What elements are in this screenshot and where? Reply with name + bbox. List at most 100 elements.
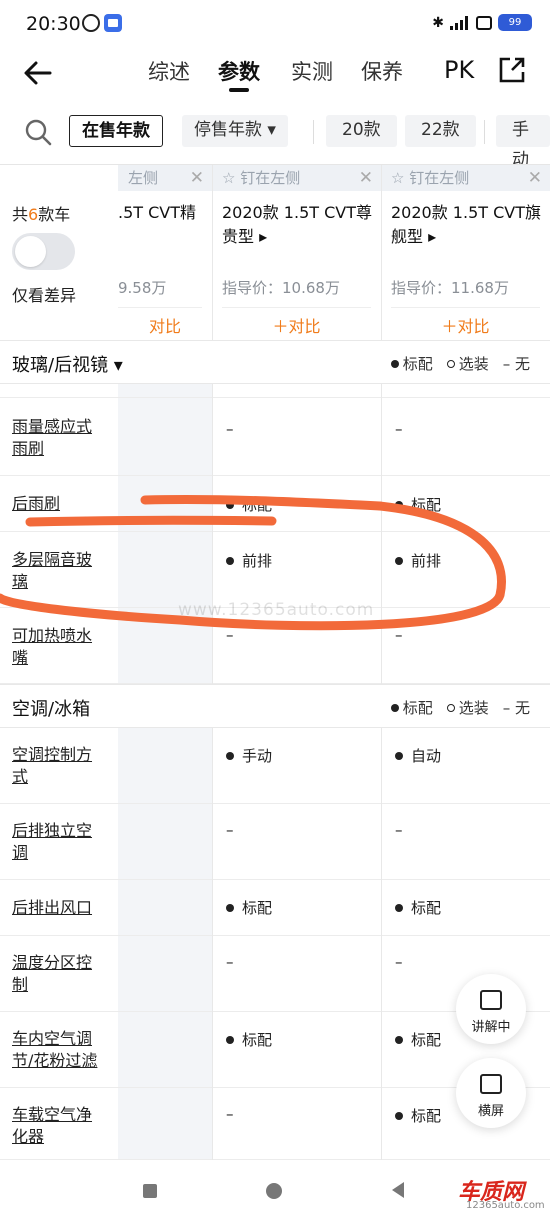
car-price: 指导价：10.68万	[222, 279, 340, 297]
row-label[interactable]: 空调控制方式	[12, 744, 100, 788]
table-row: 后排独立空调 – –	[0, 804, 550, 880]
tab-overview[interactable]: 综述	[148, 56, 190, 86]
app-notification-icon	[104, 14, 122, 32]
explain-button[interactable]: 讲解中	[456, 974, 526, 1044]
pin-left-button[interactable]: 左侧 ✕	[118, 165, 212, 191]
manual-filter-button[interactable]: 手动	[496, 115, 550, 170]
pin-left-button[interactable]: ☆ 钉在左侧 ✕	[212, 165, 381, 191]
landscape-button[interactable]: 横屏	[456, 1058, 526, 1128]
row-label[interactable]: 车载空气净化器	[12, 1104, 100, 1148]
total-count-label: 共6款车	[12, 205, 71, 224]
wifi-icon	[476, 15, 492, 30]
pin-left-button[interactable]: ☆ 钉在左侧 ✕	[381, 165, 550, 191]
cell-value: 标配	[395, 897, 441, 918]
battery-icon: 99	[498, 14, 532, 31]
cell-value: –	[226, 821, 234, 839]
divider	[118, 307, 202, 308]
compare-button[interactable]: 对比	[118, 313, 212, 337]
cell-value: 标配	[226, 494, 272, 515]
car-column-2: ☆ 钉在左侧 ✕ 2020款 1.5T CVT尊贵型 ▸ 指导价：10.68万 ＋…	[212, 165, 381, 340]
compare-button[interactable]: ＋对比	[212, 313, 381, 337]
car-column-1: 左侧 ✕ .5T CVT精 9.58万 对比	[118, 165, 212, 340]
standard-dot-icon	[390, 359, 399, 368]
watermark: www.12365auto.com	[178, 600, 375, 620]
cell-value: 前排	[395, 550, 441, 571]
bluetooth-icon: ✱	[432, 14, 444, 31]
discontinued-years-dropdown[interactable]: 停售年款 ▾	[182, 115, 288, 147]
year-filter-row: 在售年款 停售年款 ▾ 20款 22款 手动	[0, 110, 550, 170]
cell-value: 标配	[226, 897, 272, 918]
pin-icon: ☆	[222, 169, 241, 187]
car-column-3: ☆ 钉在左侧 ✕ 2020款 1.5T CVT旗舰型 ▸ 指导价：11.68万 ＋…	[381, 165, 550, 340]
tab-maintenance[interactable]: 保养	[361, 56, 403, 86]
show-diff-toggle[interactable]	[12, 233, 75, 270]
home-icon[interactable]	[266, 1183, 282, 1199]
close-icon[interactable]: ✕	[359, 165, 373, 191]
pk-button[interactable]: PK	[444, 56, 474, 84]
cell-value: –	[226, 420, 234, 438]
share-icon[interactable]	[498, 56, 526, 84]
year-22-button[interactable]: 22款	[405, 115, 476, 147]
top-nav: 综述 参数 实测 保养 PK	[0, 50, 550, 98]
active-tab-indicator	[229, 88, 249, 92]
row-label[interactable]: 后排独立空调	[12, 820, 100, 864]
tab-test[interactable]: 实测	[291, 56, 333, 86]
cell-value: 前排	[226, 550, 272, 571]
back-icon[interactable]	[392, 1182, 404, 1198]
cell-value: –	[226, 626, 234, 644]
signal-icon	[450, 15, 470, 30]
row-label[interactable]: 雨量感应式雨刷	[12, 416, 100, 460]
car-price: 9.58万	[118, 279, 167, 297]
row-label[interactable]: 多层隔音玻璃	[12, 549, 100, 593]
year-20-button[interactable]: 20款	[326, 115, 397, 147]
spacer-row	[0, 384, 550, 398]
optional-ring-icon	[446, 359, 455, 368]
divider	[391, 307, 540, 308]
compare-summary: 共6款车 仅看差异	[0, 165, 118, 340]
row-label[interactable]: 后雨刷	[12, 493, 100, 515]
cell-value: –	[226, 1105, 234, 1123]
car-name[interactable]: 2020款 1.5T CVT尊贵型 ▸	[222, 201, 375, 249]
status-time: 20:30	[26, 13, 81, 35]
row-label[interactable]: 后排出风口	[12, 897, 100, 919]
divider	[222, 307, 371, 308]
tab-params[interactable]: 参数	[218, 56, 260, 86]
divider	[212, 384, 213, 684]
table-row: 后雨刷 标配 标配	[0, 476, 550, 532]
divider	[212, 728, 213, 1160]
close-icon[interactable]: ✕	[190, 165, 204, 191]
explain-icon	[480, 990, 502, 1010]
car-price: 指导价：11.68万	[391, 279, 509, 297]
table-row: 空调控制方式 手动 自动	[0, 728, 550, 804]
cell-value: 标配	[395, 1105, 441, 1126]
system-nav-bar: 车质网 12365auto.com	[0, 1160, 550, 1222]
cell-value: –	[395, 953, 403, 971]
cell-value: 自动	[395, 745, 441, 766]
car-name[interactable]: .5T CVT精	[118, 201, 206, 225]
section-header-ac[interactable]: 空调/冰箱 标配 选装 – 无	[0, 684, 550, 728]
table-row: 雨量感应式雨刷 – –	[0, 398, 550, 476]
close-icon[interactable]: ✕	[528, 165, 542, 191]
cell-value: –	[395, 626, 403, 644]
back-arrow-icon[interactable]	[22, 58, 54, 88]
divider	[381, 165, 382, 340]
compare-button[interactable]: ＋对比	[381, 313, 550, 337]
table-row: 后排出风口 标配 标配	[0, 880, 550, 936]
search-icon[interactable]	[24, 118, 52, 146]
row-label[interactable]: 可加热喷水嘴	[12, 625, 100, 669]
standard-dot-icon	[390, 703, 399, 712]
legend: 标配 选装 – 无	[390, 697, 530, 718]
legend: 标配 选装 – 无	[390, 353, 530, 374]
pin-icon: ☆	[391, 169, 410, 187]
cell-value: 标配	[395, 1029, 441, 1050]
section-title: 玻璃/后视镜 ▾	[12, 355, 123, 376]
car-name[interactable]: 2020款 1.5T CVT旗舰型 ▸	[391, 201, 544, 249]
section-header-glass[interactable]: 玻璃/后视镜 ▾ 标配 选装 – 无	[0, 340, 550, 384]
optional-ring-icon	[446, 703, 455, 712]
row-label[interactable]: 温度分区控制	[12, 952, 100, 996]
on-sale-years-button[interactable]: 在售年款	[69, 115, 163, 147]
row-label[interactable]: 车内空气调节/花粉过滤	[12, 1028, 100, 1072]
status-bar: 20:30 ✱ 99	[0, 0, 550, 50]
divider	[381, 728, 382, 1160]
recent-apps-icon[interactable]	[143, 1184, 157, 1198]
